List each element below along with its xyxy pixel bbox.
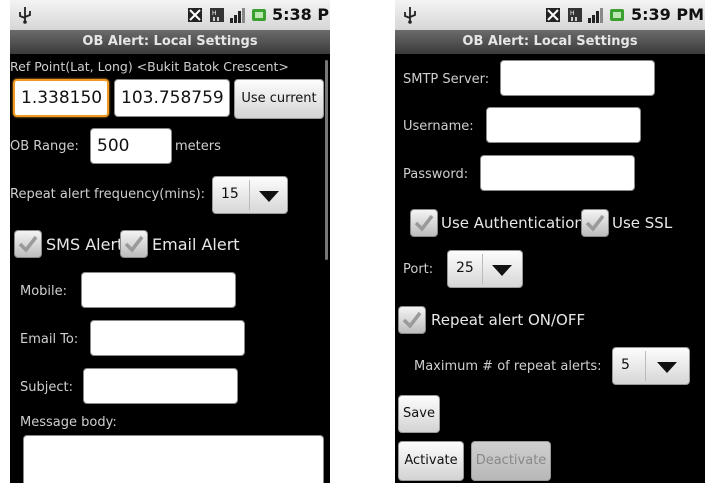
longitude-field[interactable]: 103.758759: [114, 79, 230, 117]
repeat-frequency-label: Repeat alert frequency(mins):: [10, 187, 206, 202]
no-signal-icon: [188, 8, 202, 22]
ob-range-unit: meters: [175, 139, 221, 154]
email-alert-checkbox[interactable]: [120, 230, 148, 258]
usb-icon: [404, 7, 416, 24]
status-bar: H 5:39 PM: [395, 0, 705, 30]
svg-text:H: H: [570, 10, 575, 17]
scrollbar[interactable]: [325, 60, 328, 260]
dropdown-arrow-icon: [259, 191, 279, 202]
checkmark-icon: [585, 214, 605, 232]
signal-bars-icon: [588, 8, 603, 23]
network-3g-icon: H: [568, 8, 582, 22]
password-label: Password:: [403, 167, 469, 182]
mobile-label: Mobile:: [20, 284, 68, 299]
save-button[interactable]: Save: [398, 395, 440, 433]
checkmark-icon: [18, 235, 38, 253]
repeat-alert-checkbox[interactable]: [398, 306, 426, 334]
svg-text:H: H: [212, 10, 217, 17]
signal-bars-icon: [230, 8, 245, 23]
use-ssl-checkbox[interactable]: [581, 209, 609, 237]
usb-icon: [19, 7, 31, 24]
email-to-field[interactable]: [90, 320, 245, 356]
checkmark-icon: [402, 311, 422, 329]
use-ssl-label: Use SSL: [612, 214, 673, 232]
repeat-alert-label: Repeat alert ON/OFF: [431, 311, 586, 329]
status-time: 5:39 PM: [631, 5, 705, 24]
subject-label: Subject:: [20, 380, 73, 395]
ob-range-field[interactable]: 500: [90, 128, 172, 164]
status-bar: H 5:38 PM: [10, 0, 330, 30]
left-phone-screen: H 5:38 PM OB Alert: Local Settings Ref P…: [10, 0, 330, 483]
max-repeat-label: Maximum # of repeat alerts:: [414, 359, 602, 374]
no-signal-icon: [546, 8, 560, 22]
port-label: Port:: [403, 262, 434, 277]
status-time: 5:38 PM: [272, 5, 330, 24]
right-phone-screen: H 5:39 PM OB Alert: Local Settings SMTP …: [395, 0, 705, 483]
page-title: OB Alert: Local Settings: [395, 30, 705, 54]
latitude-field[interactable]: 1.338150: [13, 79, 109, 117]
battery-icon: [252, 9, 266, 21]
smtp-server-label: SMTP Server:: [403, 72, 490, 87]
repeat-frequency-spinner[interactable]: 15: [212, 176, 288, 214]
max-repeat-value: 5: [621, 357, 630, 373]
subject-field[interactable]: [83, 368, 238, 404]
ob-range-label: OB Range:: [10, 139, 79, 154]
battery-icon: [610, 9, 624, 21]
port-value: 25: [456, 260, 474, 276]
activate-button[interactable]: Activate: [398, 441, 464, 481]
smtp-server-field[interactable]: [500, 60, 655, 96]
message-body-label: Message body:: [20, 415, 117, 430]
mobile-field[interactable]: [81, 272, 236, 308]
port-spinner[interactable]: 25: [447, 250, 523, 288]
use-authentication-label: Use Authentication: [441, 214, 584, 232]
checkmark-icon: [414, 214, 434, 232]
email-to-label: Email To:: [20, 332, 79, 347]
message-body-field[interactable]: [23, 435, 324, 483]
network-3g-icon: H: [210, 8, 224, 22]
dropdown-arrow-icon: [492, 265, 512, 276]
dropdown-arrow-icon: [657, 362, 677, 373]
username-label: Username:: [403, 119, 474, 134]
use-current-button[interactable]: Use current: [234, 79, 324, 119]
repeat-frequency-value: 15: [221, 186, 239, 202]
page-title: OB Alert: Local Settings: [10, 30, 330, 54]
max-repeat-spinner[interactable]: 5: [612, 347, 690, 385]
use-authentication-checkbox[interactable]: [410, 209, 438, 237]
ref-point-label: Ref Point(Lat, Long) <Bukit Batok Cresce…: [10, 59, 289, 74]
sms-alert-checkbox[interactable]: [14, 230, 42, 258]
sms-alert-label: SMS Alert: [46, 235, 124, 254]
username-field[interactable]: [486, 107, 641, 143]
checkmark-icon: [124, 235, 144, 253]
deactivate-button[interactable]: Deactivate: [471, 441, 551, 481]
password-field[interactable]: [480, 155, 635, 191]
email-alert-label: Email Alert: [152, 235, 240, 254]
